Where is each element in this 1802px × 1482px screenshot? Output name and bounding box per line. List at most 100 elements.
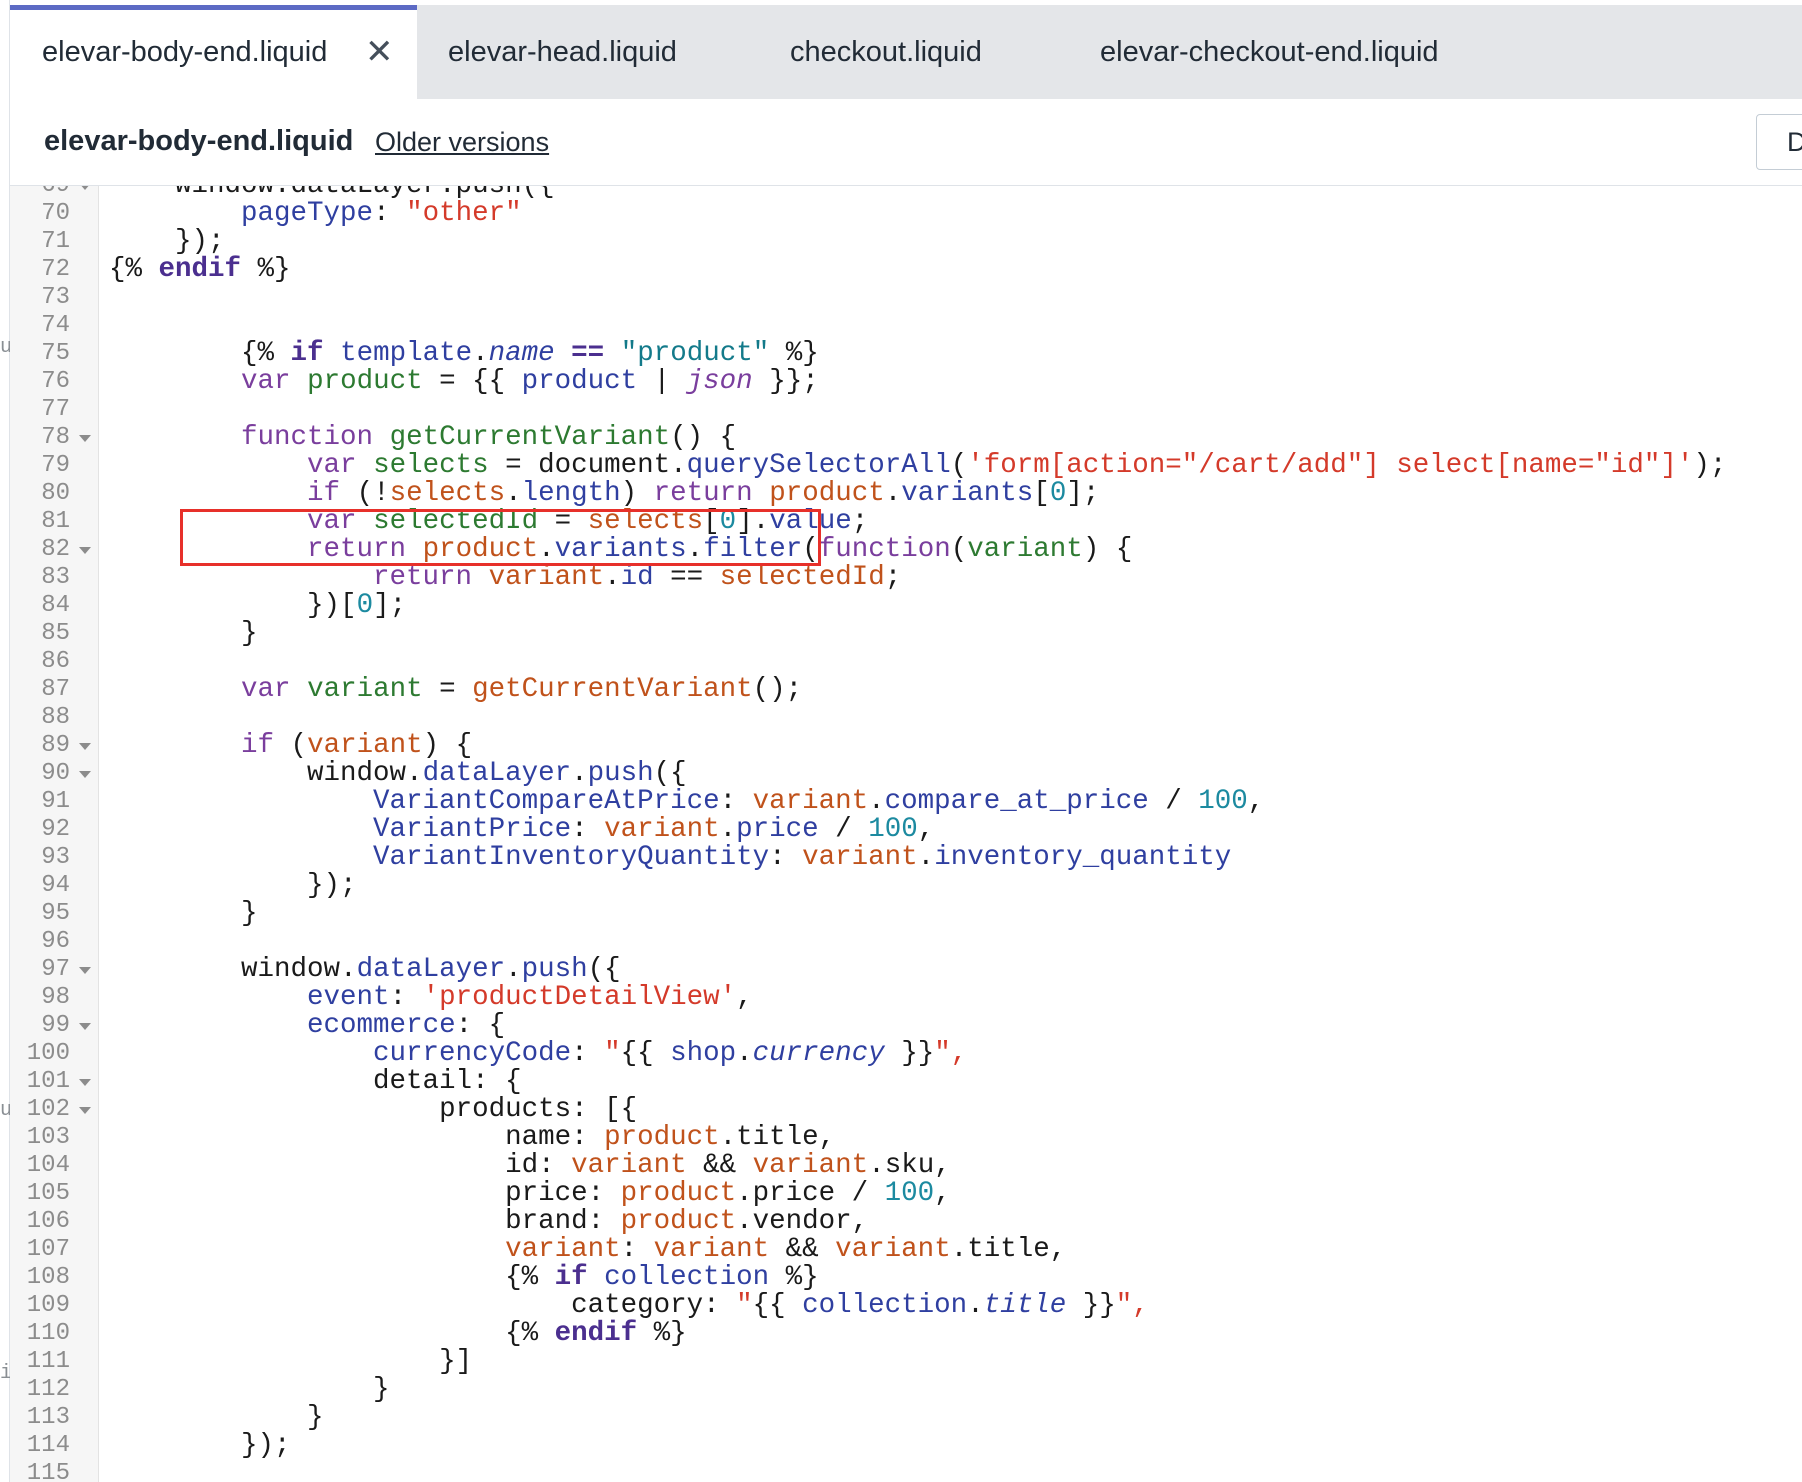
code-token: .vendor,: [736, 1206, 869, 1237]
code-token: name: [505, 1122, 572, 1153]
tab-label: elevar-checkout-end.liquid: [1100, 36, 1439, 68]
line-number: 87: [41, 676, 70, 703]
tab-checkout[interactable]: checkout.liquid: [790, 5, 982, 99]
code-token: .: [505, 954, 522, 985]
code-token: |: [637, 366, 687, 397]
older-versions-link[interactable]: Older versions: [375, 127, 549, 158]
code-token: .: [686, 534, 704, 565]
code-token: getCurrentVariant: [389, 422, 671, 453]
code-token: );: [1693, 450, 1727, 481]
fold-arrow-icon[interactable]: [79, 771, 91, 778]
code-token: "product": [620, 338, 770, 369]
fold-arrow-icon[interactable]: [79, 1023, 91, 1030]
tab-elevar-checkout-end[interactable]: elevar-checkout-end.liquid: [1100, 5, 1439, 99]
line-number: 102: [26, 1096, 70, 1123]
code-token: 0: [356, 590, 374, 621]
fold-arrow-icon[interactable]: [79, 435, 91, 442]
code-line: 94 });: [10, 872, 1802, 900]
code-token: collection: [604, 1262, 770, 1293]
fold-arrow-icon[interactable]: [79, 1107, 91, 1114]
code-token: }: [373, 1374, 390, 1405]
fold-arrow-icon[interactable]: [79, 186, 91, 190]
code-token: selectedId: [373, 506, 539, 537]
fold-arrow-icon[interactable]: [79, 743, 91, 750]
code-line: 103 name: product.title,: [10, 1124, 1802, 1152]
line-number: 112: [26, 1376, 70, 1403]
code-token: .: [505, 478, 522, 509]
tab-elevar-head[interactable]: elevar-head.liquid: [448, 5, 677, 99]
line-number: 103: [26, 1124, 70, 1151]
line-number: 77: [41, 396, 70, 423]
code-token: =: [538, 506, 588, 537]
code-line: 97 window.dataLayer.push({: [10, 956, 1802, 984]
code-line: 102 products: [{: [10, 1096, 1802, 1124]
code-token: ",: [1115, 1290, 1149, 1321]
tab-elevar-body-end[interactable]: elevar-body-end.liquid ✕: [10, 5, 417, 99]
code-token: .: [406, 758, 423, 789]
code-text: });: [109, 1432, 291, 1460]
code-token: ];: [373, 590, 407, 621]
code-token: querySelectorAll: [686, 450, 951, 481]
code-line: 109 category: "{{ collection.title }}",: [10, 1292, 1802, 1320]
code-line: 79 var selects = document.querySelectorA…: [10, 452, 1802, 480]
code-token: json: [686, 366, 753, 397]
code-token: price: [505, 1178, 588, 1209]
code-token: 0: [719, 506, 737, 537]
code-text: currencyCode: "{{ shop.currency }}",: [109, 1040, 967, 1068]
code-text: VariantCompareAtPrice: variant.compare_a…: [109, 788, 1264, 816]
fold-arrow-icon[interactable]: [79, 547, 91, 554]
line-number: 90: [41, 760, 70, 787]
code-editor[interactable]: 69 window.dataLayer.push({70 pageType: "…: [10, 186, 1802, 1482]
line-number: 94: [41, 872, 70, 899]
code-text: name: product.title,: [109, 1124, 835, 1152]
code-token: variant: [653, 1234, 770, 1265]
code-token: currency: [752, 1038, 885, 1069]
code-line: 96: [10, 928, 1802, 956]
code-token: ) {: [1082, 534, 1133, 565]
code-token: brand: [505, 1206, 588, 1237]
fold-arrow-icon[interactable]: [79, 1079, 91, 1086]
tab-label: elevar-head.liquid: [448, 36, 677, 68]
code-text: category: "{{ collection.title }}",: [109, 1292, 1149, 1320]
code-token: if: [241, 730, 275, 761]
code-token: value: [769, 506, 852, 537]
code-text: var product = {{ product | json }};: [109, 368, 819, 396]
code-text: var variant = getCurrentVariant();: [109, 676, 802, 704]
line-number: 105: [26, 1180, 70, 1207]
code-token: ) {: [422, 730, 473, 761]
code-line: 80 if (!selects.length) return product.v…: [10, 480, 1802, 508]
code-token: }]: [439, 1346, 473, 1377]
code-line: 91 VariantCompareAtPrice: variant.compar…: [10, 788, 1802, 816]
close-icon[interactable]: ✕: [365, 10, 394, 94]
code-token: : [{: [571, 1094, 638, 1125]
code-text: })[0];: [109, 592, 406, 620]
line-number: 110: [26, 1320, 70, 1347]
code-token: :: [703, 1290, 737, 1321]
code-token: 'productDetailView': [422, 982, 737, 1013]
file-title: elevar-body-end.liquid: [44, 125, 354, 157]
code-token: });: [307, 870, 357, 901]
code-text: if (variant) {: [109, 732, 472, 760]
code-token: VariantInventoryQuantity: [373, 842, 770, 873]
fold-arrow-icon[interactable]: [79, 967, 91, 974]
line-number: 99: [41, 1012, 70, 1039]
line-number: 101: [26, 1068, 70, 1095]
delete-button[interactable]: De: [1756, 114, 1802, 170]
line-number: 86: [41, 648, 70, 675]
code-token: var: [307, 506, 357, 537]
code-token: });: [241, 1430, 291, 1461]
code-text: function getCurrentVariant() {: [109, 424, 736, 452]
code-token: getCurrentVariant: [472, 674, 753, 705]
